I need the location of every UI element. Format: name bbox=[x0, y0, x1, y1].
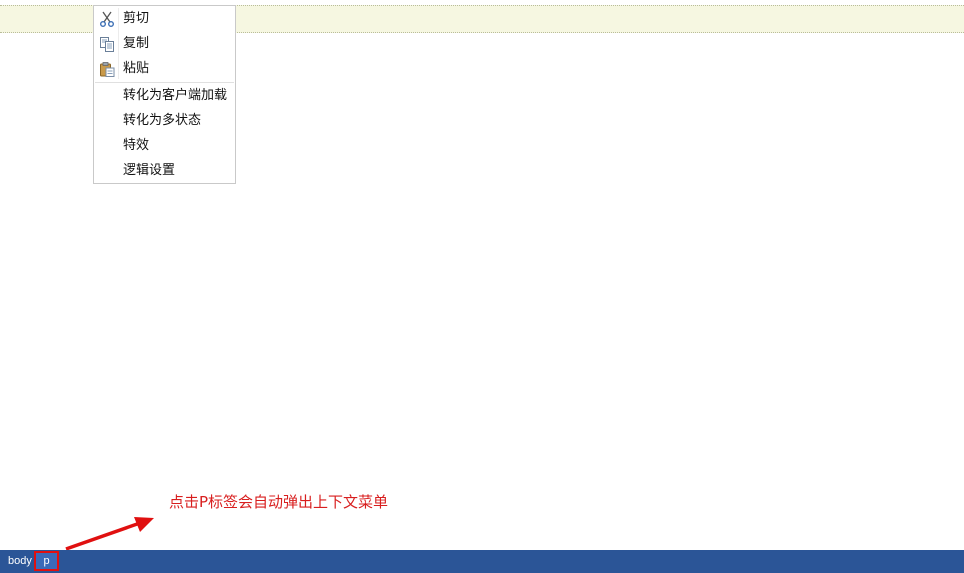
menu-item-copy[interactable]: 复制 bbox=[94, 32, 235, 56]
menu-item-convert-client-load[interactable]: 转化为客户端加载 bbox=[94, 84, 235, 108]
context-menu: 剪切 复制 粘贴 转化为客户端加载 转化为多状态 特效 逻辑设置 bbox=[93, 5, 236, 184]
annotation-text: 点击P标签会自动弹出上下文菜单 bbox=[169, 493, 389, 511]
menu-item-label: 逻辑设置 bbox=[123, 163, 176, 178]
menu-item-label: 转化为多状态 bbox=[123, 113, 202, 128]
copy-icon bbox=[98, 35, 116, 53]
path-item-p[interactable]: p bbox=[34, 551, 59, 571]
menu-item-effects[interactable]: 特效 bbox=[94, 134, 235, 158]
paste-icon bbox=[98, 60, 116, 78]
menu-item-paste[interactable]: 粘贴 bbox=[94, 57, 235, 81]
menu-item-label: 复制 bbox=[123, 36, 150, 51]
path-item-body[interactable]: body bbox=[8, 550, 32, 573]
menu-item-label: 粘贴 bbox=[123, 61, 150, 76]
menu-item-label: 剪切 bbox=[123, 11, 150, 26]
menu-item-convert-multi-state[interactable]: 转化为多状态 bbox=[94, 109, 235, 133]
scissors-icon bbox=[98, 10, 116, 28]
element-path-bar: body p bbox=[0, 550, 964, 573]
menu-item-logic-settings[interactable]: 逻辑设置 bbox=[94, 159, 235, 183]
menu-item-label: 特效 bbox=[123, 138, 150, 153]
menu-item-cut[interactable]: 剪切 bbox=[94, 7, 235, 31]
menu-item-label: 转化为客户端加载 bbox=[123, 88, 228, 103]
menu-separator bbox=[95, 82, 234, 83]
